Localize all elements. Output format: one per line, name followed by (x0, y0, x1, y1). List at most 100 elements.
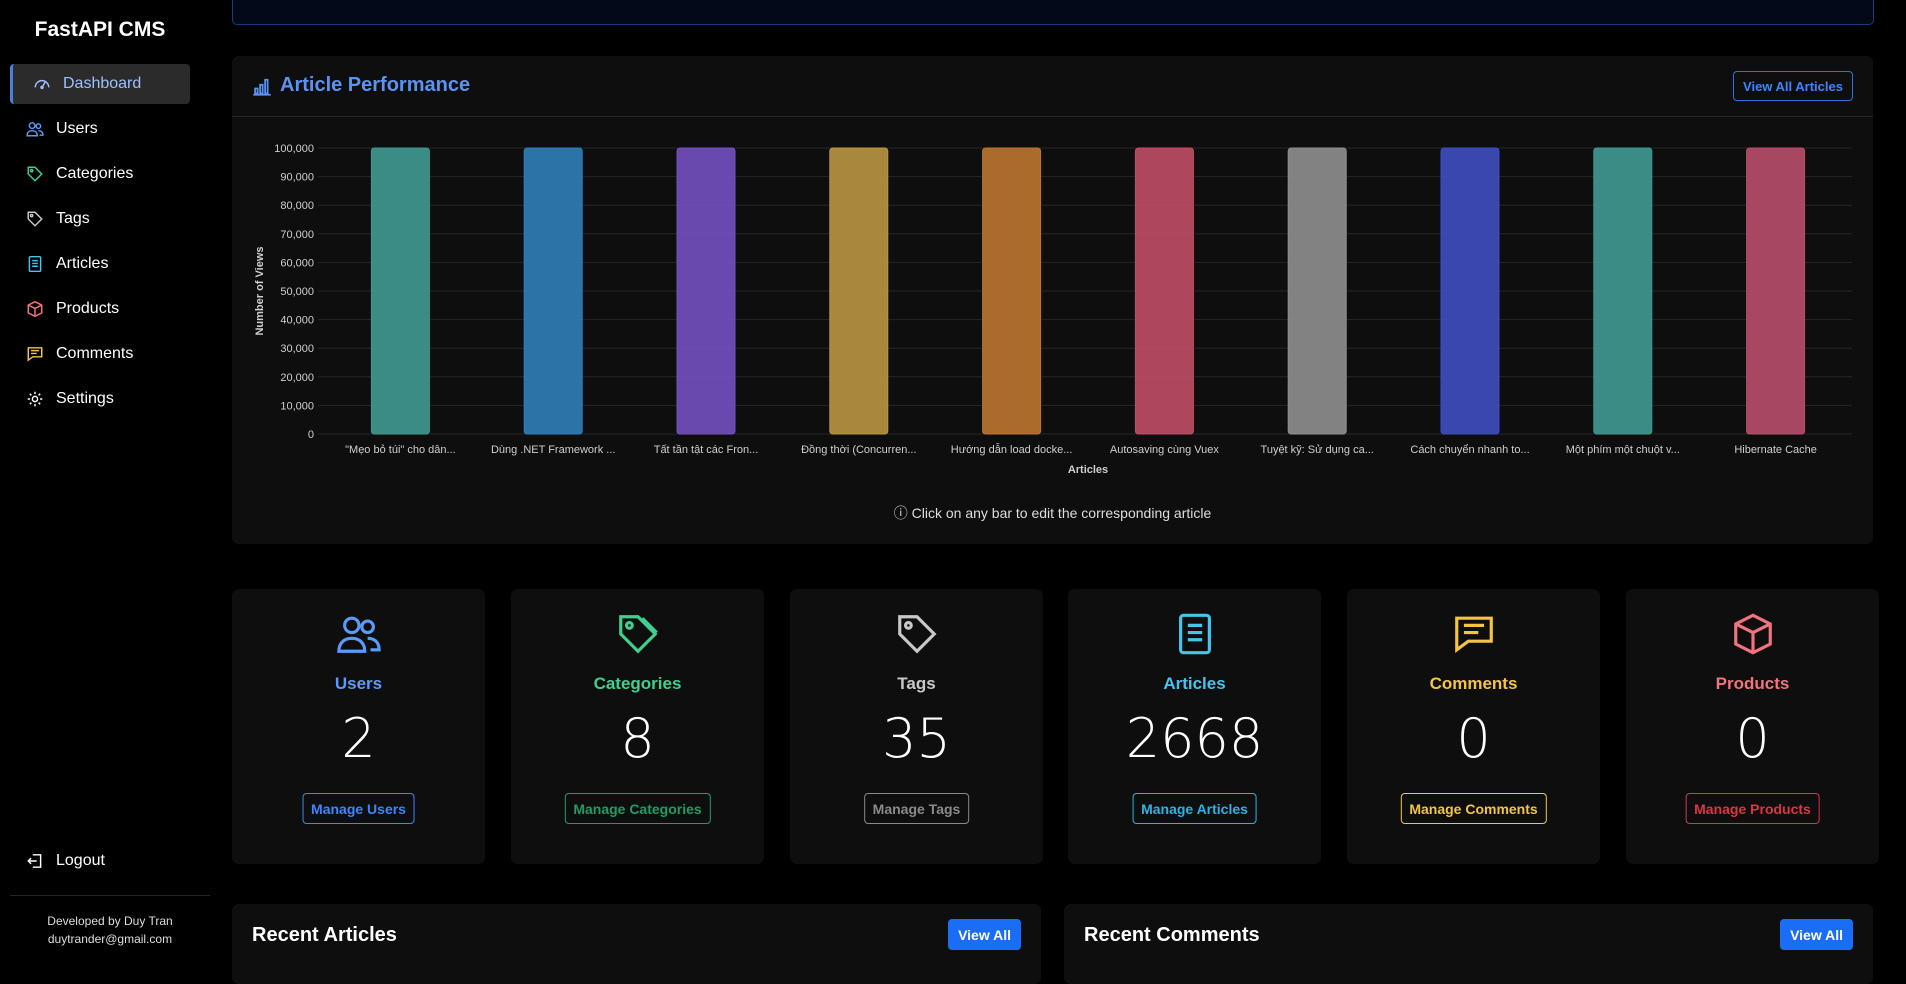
chart-bar[interactable] (370, 147, 430, 435)
stat-card-users: Users 2 Manage Users (232, 589, 485, 864)
sidebar-item-label: Comments (56, 345, 134, 362)
y-tick-label: 10,000 (280, 400, 314, 412)
logout-button[interactable]: Logout (10, 841, 190, 881)
stat-card-comments: Comments 0 Manage Comments (1347, 589, 1600, 864)
users-icon (232, 611, 485, 657)
sidebar: FastAPI CMS Dashboard Users Categories T… (0, 0, 212, 962)
bar-chart-icon (253, 78, 271, 96)
x-tick-label: Tất tần tật các Fron... (654, 444, 759, 456)
chart-bar[interactable] (523, 147, 583, 435)
stat-card-products: Products 0 Manage Products (1626, 589, 1879, 864)
y-tick-label: 40,000 (280, 315, 314, 327)
chat-icon (1347, 611, 1600, 657)
y-tick-label: 50,000 (280, 286, 314, 298)
stat-value: 8 (620, 707, 655, 770)
x-tick-label: Hibernate Cache (1734, 444, 1817, 456)
y-tick-label: 60,000 (280, 257, 314, 269)
view-all-comments-button[interactable]: View All (1780, 919, 1853, 950)
chart-bar[interactable] (1440, 147, 1500, 435)
stat-label: Articles (1163, 674, 1226, 693)
sidebar-item-categories[interactable]: Categories (10, 154, 190, 194)
chat-icon (26, 345, 44, 363)
sidebar-item-label: Products (56, 300, 120, 317)
x-tick-label: "Mẹo bỏ túi" cho dân... (345, 444, 456, 456)
sidebar-item-label: Tags (56, 210, 90, 227)
sidebar-item-users[interactable]: Users (10, 109, 190, 149)
recent-comments-card: Recent Comments View All (1064, 904, 1873, 984)
x-tick-label: Hướng dẫn load docke... (951, 443, 1073, 456)
recent-articles-title: Recent Articles (252, 924, 397, 946)
sidebar-item-label: Categories (56, 165, 134, 182)
tag-icon (26, 165, 44, 183)
chart-bar[interactable] (1287, 147, 1347, 435)
document-icon (1068, 611, 1321, 657)
stat-value: 0 (1735, 707, 1770, 770)
x-tick-label: Tuyệt kỹ: Sử dụng ca... (1261, 444, 1374, 456)
document-icon (26, 255, 44, 273)
sidebar-item-label: Dashboard (63, 75, 142, 92)
app-title: FastAPI CMS (34, 18, 166, 41)
box-icon (1626, 611, 1879, 657)
stat-label: Products (1715, 674, 1790, 693)
logout-label: Logout (56, 852, 105, 869)
chart-bar[interactable] (1746, 147, 1806, 435)
recent-articles-card: Recent Articles View All (232, 904, 1041, 984)
chart-bar[interactable] (1593, 147, 1653, 435)
view-all-articles-button[interactable]: View All Articles (1733, 71, 1853, 101)
sidebar-item-articles[interactable]: Articles (10, 244, 190, 284)
chart-bar[interactable] (829, 147, 889, 435)
sidebar-item-label: Settings (56, 390, 114, 407)
logout-icon (26, 852, 44, 870)
chart-hint-text: Click on any bar to edit the correspondi… (911, 505, 1212, 521)
y-tick-label: 100,000 (274, 143, 314, 155)
stat-value: 2668 (1125, 707, 1264, 770)
chart-bar[interactable] (982, 147, 1042, 435)
stat-label: Comments (1429, 674, 1518, 693)
sidebar-item-label: Articles (56, 255, 109, 272)
recent-comments-title: Recent Comments (1084, 924, 1260, 946)
stat-label: Users (334, 674, 383, 693)
sidebar-item-comments[interactable]: Comments (10, 334, 190, 374)
y-tick-label: 20,000 (280, 372, 314, 384)
manage-comments-button[interactable]: Manage Comments (1400, 793, 1547, 824)
chart-bar[interactable] (1134, 147, 1194, 435)
y-tick-label: 90,000 (280, 172, 314, 184)
sidebar-item-dashboard[interactable]: Dashboard (10, 64, 190, 104)
stat-value: 0 (1456, 707, 1491, 770)
chart-bar[interactable] (676, 147, 736, 435)
x-tick-label: Một phím một chuột v... (1566, 444, 1680, 456)
users-icon (26, 120, 44, 138)
credit-email: duytrander@gmail.com (47, 932, 173, 946)
tags-icon (790, 611, 1043, 657)
y-tick-label: 30,000 (280, 343, 314, 355)
info-icon: ⓘ (893, 505, 908, 521)
manage-tags-button[interactable]: Manage Tags (863, 793, 970, 824)
tags-icon (26, 210, 44, 228)
chart-header: Article Performance View All Articles (232, 56, 1873, 117)
manage-articles-button[interactable]: Manage Articles (1132, 793, 1257, 824)
sidebar-item-tags[interactable]: Tags (10, 199, 190, 239)
x-tick-label: Cách chuyển nhanh to... (1410, 444, 1529, 456)
manage-users-button[interactable]: Manage Users (302, 793, 415, 824)
stat-value: 35 (882, 707, 951, 770)
chart-hint: ⓘ Click on any bar to edit the correspon… (232, 503, 1873, 523)
y-axis-title: Number of Views (254, 246, 266, 335)
speedometer-icon (33, 75, 51, 93)
sidebar-item-label: Users (56, 120, 98, 137)
y-tick-label: 0 (308, 429, 314, 441)
manage-products-button[interactable]: Manage Products (1685, 793, 1820, 824)
chart-title-text: Article Performance (280, 74, 471, 96)
x-axis-title: Articles (1068, 464, 1108, 476)
manage-categories-button[interactable]: Manage Categories (564, 793, 711, 824)
article-views-chart: 0 10,000 20,000 30,000 40,000 50,000 60,000 70,… (254, 143, 1852, 476)
stat-card-categories: Categories 8 Manage Categories (511, 589, 764, 864)
sidebar-item-products[interactable]: Products (10, 289, 190, 329)
credit-author: Developed by Duy Tran (47, 914, 173, 928)
stat-card-tags: Tags 35 Manage Tags (790, 589, 1043, 864)
developer-credit: Developed by Duy Tran duytrander@gmail.c… (10, 912, 210, 948)
chart-title: Article Performance (252, 74, 470, 97)
article-performance-card: Article Performance View All Articles 0 1… (232, 56, 1873, 544)
stat-label: Tags (897, 674, 936, 693)
view-all-articles-recent-button[interactable]: View All (948, 919, 1021, 950)
sidebar-item-settings[interactable]: Settings (10, 379, 190, 419)
